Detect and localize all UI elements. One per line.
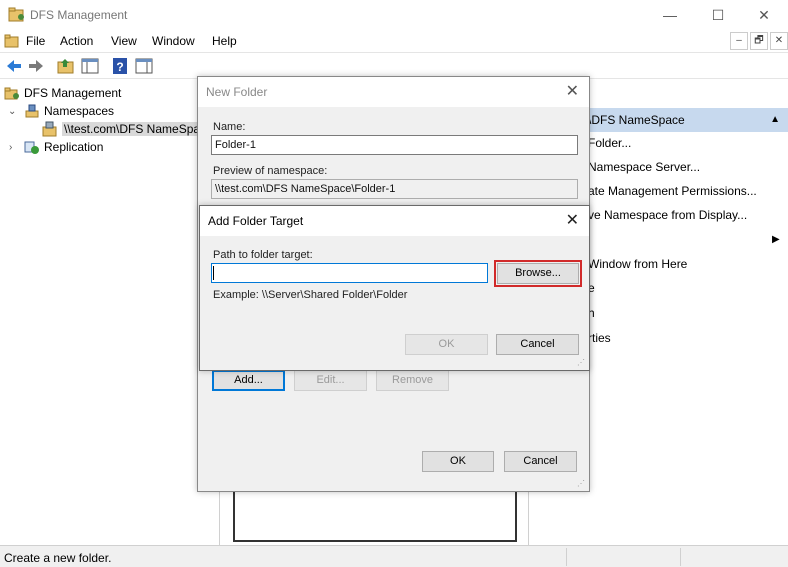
forward-icon[interactable] [26,56,46,76]
namespaces-icon [25,104,39,118]
up-folder-icon[interactable] [56,56,76,76]
show-hide-action-pane-icon[interactable] [134,56,154,76]
add-folder-target-dialog: Add Folder Target ✕ Path to folder targe… [199,205,590,371]
browse-button-highlight [494,260,582,287]
replication-icon [24,141,39,154]
menu-help[interactable]: Help [212,34,237,48]
back-icon[interactable] [4,56,24,76]
tree-label-dfs-management: DFS Management [24,86,122,100]
chevron-right-icon[interactable]: › [9,142,12,153]
example-text: Example: \\Server\Shared Folder\Folder [213,289,408,301]
remove-button[interactable]: Remove [376,370,449,391]
action-remove-namespace[interactable]: ve Namespace from Display... [588,208,747,222]
status-divider [680,548,681,566]
text-cursor [213,266,214,280]
tree-item-namespaces[interactable]: Namespaces [24,102,114,120]
action-delegate-permissions[interactable]: ate Management Permissions... [588,184,757,198]
tree-label-namespace-test: \\test.com\DFS NameSpa [62,122,203,136]
menu-file[interactable]: File [26,34,45,48]
svg-text:?: ? [116,60,123,74]
maximize-button[interactable]: ☐ [698,4,738,26]
menu-view[interactable]: View [111,34,137,48]
show-hide-tree-icon[interactable] [80,56,100,76]
action-add-namespace-server[interactable]: Namespace Server... [588,160,700,174]
dfs-management-icon [8,7,24,22]
menu-action[interactable]: Action [60,34,93,48]
namespace-preview-field: \\test.com\DFS NameSpace\Folder-1 [211,179,578,199]
submenu-arrow-icon[interactable]: ▶ [772,234,780,245]
console-tree: DFS Management ⌄ Namespaces \\test.com\D… [0,80,220,545]
add-folder-target-title: Add Folder Target [208,214,304,228]
tree-label-namespaces: Namespaces [44,104,115,118]
actions-header-label: \DFS NameSpace [588,113,685,127]
folder-name-input[interactable]: Folder-1 [211,135,578,155]
child-restore-button[interactable]: 🗗 [750,32,768,50]
menu-window[interactable]: Window [152,34,195,48]
edit-button[interactable]: Edit... [294,370,367,391]
tree-item-namespace-test[interactable]: \\test.com\DFS NameSpa [42,120,203,138]
tree-label-replication: Replication [44,140,104,154]
ok-button[interactable]: OK [422,451,494,472]
toolbar: ? [0,52,788,79]
child-close-button[interactable]: ✕ [770,32,788,50]
child-minimize-button[interactable]: – [730,32,748,50]
chevron-down-icon[interactable]: ⌄ [8,106,16,117]
child-window-icon[interactable] [4,33,20,49]
tree-item-replication[interactable]: Replication [24,138,103,156]
namespace-icon [42,121,57,137]
status-bar: Create a new folder. [0,545,788,567]
resize-grip-icon[interactable]: ⋰ [577,479,587,489]
cancel-button[interactable]: Cancel [504,451,577,472]
status-divider [566,548,567,566]
resize-grip-icon[interactable]: ⋰ [577,358,587,368]
close-icon[interactable]: ✕ [566,81,579,101]
close-button[interactable]: ✕ [744,4,784,26]
minimize-button[interactable]: — [650,4,690,26]
collapse-up-icon[interactable]: ▲ [770,108,780,132]
cancel-button[interactable]: Cancel [496,334,579,355]
action-new-window[interactable]: Window from Here [588,257,687,271]
results-list-box [233,484,517,542]
status-text: Create a new folder. [4,551,112,565]
add-folder-target-titlebar: Add Folder Target ✕ [200,206,589,236]
menu-bar: File Action View Window Help – 🗗 ✕ [0,30,788,52]
close-icon[interactable]: ✕ [566,210,579,230]
help-icon[interactable]: ? [110,56,130,76]
action-new-folder[interactable]: Folder... [588,136,631,150]
name-label: Name: [213,121,246,133]
add-button[interactable]: Add... [212,370,285,391]
window-titlebar: DFS Management — ☐ ✕ [0,0,788,30]
path-label: Path to folder target: [213,249,313,261]
dfs-management-icon [4,87,19,100]
tree-item-dfs-management[interactable]: DFS Management [4,84,121,102]
action-properties[interactable]: rties [588,331,611,345]
ok-button[interactable]: OK [405,334,488,355]
preview-label: Preview of namespace: [213,165,328,177]
new-folder-title: New Folder [206,85,268,99]
folder-target-path-input[interactable] [211,263,488,283]
new-folder-titlebar: New Folder ✕ [198,77,589,107]
window-title: DFS Management [30,8,128,22]
